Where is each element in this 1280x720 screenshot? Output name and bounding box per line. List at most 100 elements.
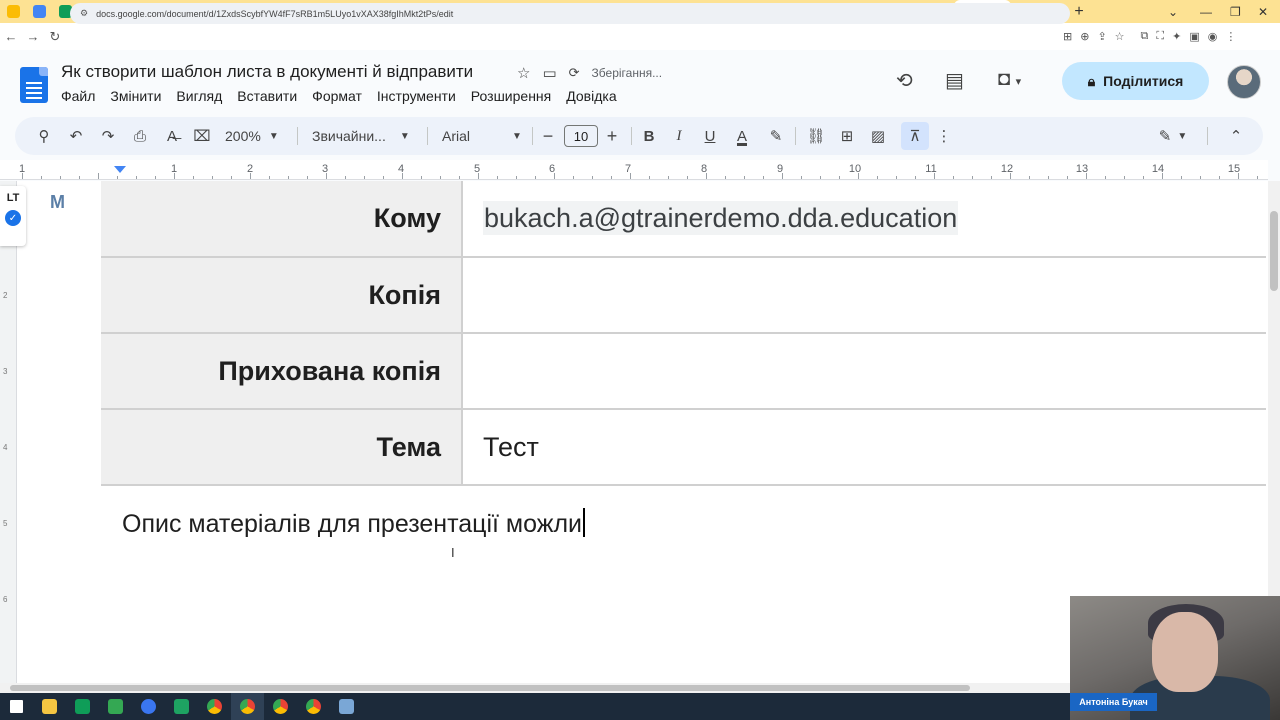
menu-item[interactable]: Змінити xyxy=(110,88,161,104)
highlight-icon[interactable]: ✎ xyxy=(765,117,787,155)
back-icon[interactable]: ← xyxy=(0,29,22,44)
increase-font-size-icon[interactable]: + xyxy=(602,117,622,155)
screenshot-icon[interactable]: ⛶ xyxy=(1156,30,1164,43)
menu-item[interactable]: Інструменти xyxy=(377,88,456,104)
menu-item[interactable]: Файл xyxy=(61,88,95,104)
ruler-tick xyxy=(1067,176,1068,179)
share-button[interactable]: 🔒︎ Поділитися xyxy=(1062,62,1209,100)
link-icon[interactable]: ⛓ xyxy=(805,117,827,155)
ruler-tick xyxy=(668,176,669,179)
docs-logo-icon[interactable] xyxy=(20,67,48,103)
url-input[interactable]: ⚙ docs.google.com/document/d/1ZxdsScybfY… xyxy=(70,3,1070,24)
browser-tab[interactable] xyxy=(0,0,26,23)
print-icon[interactable]: ⎙ xyxy=(129,117,151,155)
body-paragraph[interactable]: Опис матеріалів для презентації можли xyxy=(122,508,586,539)
menu-item[interactable]: Розширення xyxy=(471,88,551,104)
ruler-tick xyxy=(972,176,973,179)
menu-item[interactable]: Формат xyxy=(312,88,362,104)
scroll-thumb[interactable] xyxy=(1270,211,1278,291)
webcam-name-label: Антоніна Букач xyxy=(1070,693,1157,711)
text-color-icon[interactable]: A xyxy=(731,117,753,155)
horizontal-ruler[interactable]: 1 1 2 3 4 5 6 7 8 9 10 11 12 13 14 15 xyxy=(0,160,1268,180)
chat-app-icon[interactable] xyxy=(99,693,132,720)
font-size-input[interactable]: 10 xyxy=(564,125,598,147)
field-value-cell[interactable] xyxy=(462,257,1266,334)
zoom-icon[interactable]: ⊕ xyxy=(1080,30,1089,43)
recipient-email-chip[interactable]: bukach.a@gtrainerdemo.dda.education xyxy=(483,201,959,235)
field-value: Тест xyxy=(483,431,539,462)
puzzle-icon[interactable]: ✦ xyxy=(1172,30,1181,43)
zoom-select[interactable]: 200% ▼ xyxy=(225,117,279,155)
font-family-select[interactable]: Arial ▼ xyxy=(442,117,522,155)
reload-icon[interactable]: ↻ xyxy=(44,29,66,45)
collapse-menus-icon[interactable]: ⌃ xyxy=(1225,117,1247,155)
vertical-ruler[interactable]: 2 3 4 5 6 xyxy=(0,181,17,683)
new-tab-icon[interactable]: + xyxy=(1068,3,1090,21)
check-icon[interactable]: ✓ xyxy=(5,210,21,226)
window-app-icon[interactable] xyxy=(330,693,363,720)
ruler-tick xyxy=(288,176,289,179)
field-value-cell[interactable]: Тест xyxy=(462,409,1266,486)
menu-item[interactable]: Вигляд xyxy=(176,88,222,104)
start-windows-icon[interactable] xyxy=(0,693,33,720)
search-menus-icon[interactable]: ⚲ xyxy=(33,117,55,155)
body-text: Опис матеріалів для презентації можли xyxy=(122,510,583,538)
ruler-tick xyxy=(991,176,992,179)
italic-icon[interactable]: I xyxy=(669,117,689,155)
share-page-icon[interactable]: ⇪ xyxy=(1097,30,1106,43)
equation-icon[interactable]: ⊼ xyxy=(901,122,929,150)
underline-icon[interactable]: U xyxy=(700,117,720,155)
translate-icon[interactable]: ⊞ xyxy=(1063,30,1072,43)
tab-search-icon[interactable]: ⌄ xyxy=(1168,0,1178,23)
file-explorer-icon[interactable] xyxy=(33,693,66,720)
ruler-number: 4 xyxy=(3,443,8,452)
menu-item[interactable]: Вставити xyxy=(237,88,297,104)
move-folder-icon[interactable]: ▭ xyxy=(542,64,556,82)
site-info-icon[interactable]: ⚙ xyxy=(80,8,88,19)
forward-icon[interactable]: → xyxy=(22,29,44,44)
chrome-app-icon[interactable] xyxy=(264,693,297,720)
maximize-icon[interactable]: ❐ xyxy=(1230,0,1241,23)
chrome-app-icon[interactable] xyxy=(297,693,330,720)
field-value-cell[interactable]: bukach.a@gtrainerdemo.dda.education xyxy=(462,181,1266,258)
minimize-icon[interactable]: — xyxy=(1200,0,1212,23)
field-value-cell[interactable] xyxy=(462,333,1266,410)
insert-image-icon[interactable]: ▨ xyxy=(867,117,889,155)
bold-icon[interactable]: B xyxy=(639,117,659,155)
media-app-icon[interactable] xyxy=(165,693,198,720)
gmail-draft-icon[interactable]: M xyxy=(50,192,65,213)
indent-marker[interactable] xyxy=(114,166,126,173)
browser-tab[interactable] xyxy=(26,0,52,23)
chrome-app-icon[interactable] xyxy=(198,693,231,720)
more-options-icon[interactable]: ⋮ xyxy=(936,117,952,155)
languagetool-icon[interactable]: LT xyxy=(7,192,20,204)
browser-menu-icon[interactable]: ⋮ xyxy=(1225,30,1236,43)
add-comment-icon[interactable]: ⊞ xyxy=(836,117,858,155)
avatar[interactable] xyxy=(1227,65,1261,99)
spellcheck-icon[interactable]: A̶ xyxy=(161,117,183,155)
formatting-toolbar: ⚲ ↶ ↷ ⎙ A̶ ⌧ 200% ▼ Звичайни... ▼ Arial … xyxy=(15,117,1263,155)
bookmark-star-icon[interactable]: ☆ xyxy=(1115,30,1125,43)
editing-mode-icon[interactable]: ✎ ▼ xyxy=(1155,117,1191,155)
sheets-app-icon[interactable] xyxy=(66,693,99,720)
decrease-font-size-icon[interactable]: − xyxy=(538,117,558,155)
paragraph-style-select[interactable]: Звичайни... ▼ xyxy=(312,117,410,155)
meet-camera-icon[interactable]: ◘ ▾ xyxy=(998,68,1021,91)
ruler-tick xyxy=(421,176,422,179)
sidepanel-icon[interactable]: ▣ xyxy=(1189,30,1199,43)
ruler-tick xyxy=(440,176,441,179)
version-history-icon[interactable]: ⟲ xyxy=(896,68,913,93)
signal-app-icon[interactable] xyxy=(132,693,165,720)
extension-icon[interactable]: ⧉ xyxy=(1141,30,1149,43)
redo-icon[interactable]: ↷ xyxy=(97,117,119,155)
close-window-icon[interactable]: ✕ xyxy=(1258,0,1268,23)
profile-icon[interactable]: ◉ xyxy=(1208,30,1218,43)
undo-icon[interactable]: ↶ xyxy=(65,117,87,155)
paint-format-icon[interactable]: ⌧ xyxy=(191,117,213,155)
scroll-thumb[interactable] xyxy=(10,685,970,691)
star-icon[interactable]: ☆ xyxy=(517,64,530,82)
document-title[interactable]: Як створити шаблон листа в документі й в… xyxy=(61,62,473,82)
comments-icon[interactable]: ▤ xyxy=(945,68,964,93)
menu-item[interactable]: Довідка xyxy=(566,88,616,104)
chrome-app-icon[interactable] xyxy=(231,693,264,720)
